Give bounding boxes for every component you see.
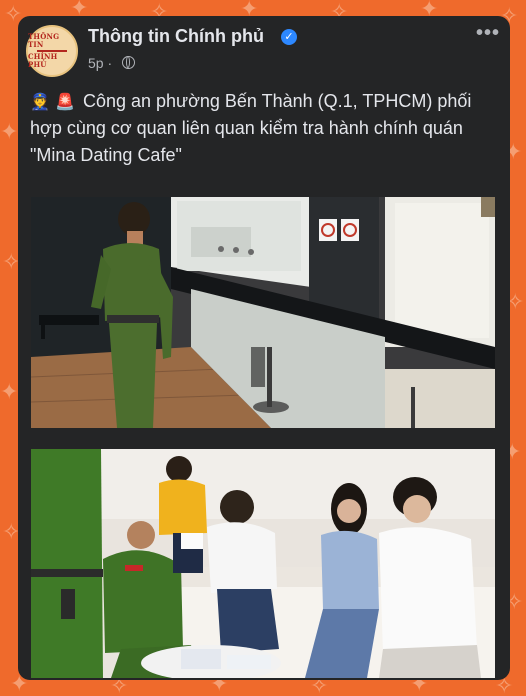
photo-inspection-room (31, 197, 495, 428)
page-avatar[interactable]: THÔNG TIN CHÍNH PHỦ (26, 25, 78, 77)
post-time[interactable]: 5p · (88, 55, 112, 71)
logo-text-line2: CHÍNH PHỦ (28, 52, 58, 69)
page-name[interactable]: Thông tin Chính phủ (88, 26, 264, 47)
photo-document-check (31, 449, 495, 678)
logo-text-line1: THÔNG TIN (28, 32, 60, 49)
post-photo-1[interactable] (31, 197, 495, 428)
verified-badge-icon: ✓ (281, 29, 297, 45)
police-siren-emoji-icon: 👮 🚨 (30, 92, 75, 111)
post-caption-text: Công an phường Bến Thành (Q.1, TPHCM) ph… (30, 91, 472, 165)
post-caption: 👮 🚨 Công an phường Bến Thành (Q.1, TPHCM… (30, 88, 496, 169)
globe-icon (122, 56, 135, 69)
post-photo-2[interactable] (31, 449, 495, 678)
post-card: THÔNG TIN CHÍNH PHỦ Thông tin Chính phủ … (18, 16, 510, 680)
more-options-icon[interactable]: ••• (476, 22, 500, 45)
